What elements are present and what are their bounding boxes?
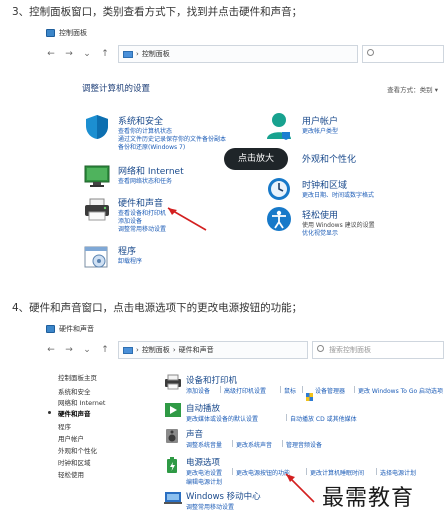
link-uninstall-program[interactable]: 卸载程序 — [118, 256, 142, 265]
link-separator — [302, 386, 303, 393]
link-separator — [280, 386, 281, 393]
sidebar-item-ease-of-access[interactable]: 轻松使用 — [58, 469, 84, 479]
sidebar-item-hardware-sound[interactable]: 硬件和声音 — [58, 408, 91, 418]
link-edit-power-plan[interactable]: 编辑电源计划 — [186, 477, 222, 486]
control-panel-window: 控制面板 ← → ⌄ ↑ › 控制面板 调整计算机的设置 查看方式：类别 ▾ 系… — [40, 24, 444, 286]
up-arrow-icon[interactable]: ↑ — [98, 47, 112, 61]
link-separator — [220, 386, 221, 393]
link-change-system-sounds[interactable]: 更改系统声音 — [236, 440, 272, 449]
forward-arrow-icon[interactable]: → — [62, 47, 76, 61]
link-windows-to-go[interactable]: 更改 Windows To Go 启动选项 — [358, 386, 443, 395]
step-4-caption: 4、硬件和声音窗口，点击电源选项下的更改电源按钮的功能； — [12, 302, 303, 314]
section-mobility-center[interactable]: Windows 移动中心 — [186, 490, 261, 502]
watermark-text: 最需教育 — [322, 486, 415, 511]
ease-of-access-icon[interactable] — [266, 206, 292, 236]
link-date-time-format[interactable]: 更改日期、时间或数字格式 — [302, 190, 374, 199]
link-separator — [282, 440, 283, 447]
link-separator — [232, 468, 233, 475]
autoplay-icon[interactable] — [164, 402, 182, 422]
search-icon — [367, 49, 374, 56]
link-manage-audio-devices[interactable]: 管理音频设备 — [286, 440, 322, 449]
back-arrow-icon[interactable]: ← — [44, 47, 58, 61]
forward-arrow-icon[interactable]: → — [62, 343, 76, 357]
link-separator — [354, 386, 355, 393]
address-bar[interactable]: › 控制面板 — [118, 45, 358, 63]
folder-icon — [123, 50, 133, 58]
current-page-bullet-icon — [48, 411, 51, 414]
search-input[interactable] — [362, 45, 444, 63]
link-media-default-settings[interactable]: 更改媒体或设备的默认设置 — [186, 414, 258, 423]
title-bar: 控制面板 — [40, 24, 444, 42]
programs-icon[interactable] — [84, 246, 110, 274]
sidebar-item-system-security[interactable]: 系统和安全 — [58, 386, 91, 396]
link-adjust-mobility[interactable]: 调整常用移动设置 — [186, 502, 234, 511]
address-segment-control-panel[interactable]: 控制面板 — [142, 345, 170, 355]
address-separator: › — [172, 346, 176, 354]
sidebar-item-appearance[interactable]: 外观和个性化 — [58, 445, 97, 455]
back-arrow-icon[interactable]: ← — [44, 343, 58, 357]
section-autoplay[interactable]: 自动播放 — [186, 402, 220, 414]
search-input-2[interactable]: 搜索控制面板 — [312, 341, 444, 359]
section-sound[interactable]: 声音 — [186, 428, 203, 440]
link-separator — [376, 468, 377, 475]
link-choose-power-plan[interactable]: 选择电源计划 — [380, 468, 416, 477]
window-title: 控制面板 — [59, 29, 87, 37]
battery-power-icon[interactable] — [164, 456, 182, 478]
category-appearance[interactable]: 外观和个性化 — [302, 152, 356, 165]
shield-icon[interactable] — [84, 114, 110, 144]
title-bar-2: 硬件和声音 — [40, 320, 444, 338]
speaker-icon[interactable] — [164, 428, 182, 448]
view-by-dropdown[interactable]: 查看方式：类别 ▾ — [387, 84, 438, 94]
address-separator: › — [136, 50, 139, 58]
network-monitor-icon[interactable] — [84, 164, 110, 192]
link-mobility-settings[interactable]: 调整常用移动设置 — [118, 224, 166, 233]
printer-icon[interactable] — [84, 198, 110, 226]
up-arrow-icon[interactable]: ↑ — [98, 343, 112, 357]
address-bar-2[interactable]: › 控制面板 › 硬件和声音 — [118, 341, 308, 359]
window-title-2: 硬件和声音 — [59, 325, 94, 333]
link-mouse[interactable]: 鼠标 — [284, 386, 296, 395]
section-devices-printers[interactable]: 设备和打印机 — [186, 374, 237, 386]
link-separator — [286, 414, 287, 421]
recent-dropdown-icon[interactable]: ⌄ — [80, 343, 94, 357]
link-network-status[interactable]: 查看网络状态和任务 — [118, 176, 172, 185]
link-add-device[interactable]: 添加设备 — [186, 386, 210, 395]
link-optimize-display[interactable]: 优化视觉显示 — [302, 228, 338, 237]
search-icon — [317, 345, 324, 352]
red-arrow-annotation — [285, 473, 315, 503]
devices-printers-icon[interactable] — [164, 374, 182, 394]
link-adjust-volume[interactable]: 调整系统音量 — [186, 440, 222, 449]
search-placeholder: 搜索控制面板 — [329, 346, 371, 354]
link-autoplay-cd[interactable]: 自动播放 CD 或其他媒体 — [290, 414, 357, 423]
mobility-center-icon[interactable] — [164, 490, 182, 510]
control-panel-icon — [46, 29, 55, 37]
link-device-manager[interactable]: 设备管理器 — [315, 386, 345, 395]
folder-icon — [123, 346, 133, 354]
sidebar-item-network[interactable]: 网络和 Internet — [58, 397, 105, 407]
red-arrow-annotation — [167, 207, 207, 231]
address-segment-hardware-sound[interactable]: 硬件和声音 — [179, 345, 214, 355]
zoom-tooltip[interactable]: 点击放大 — [224, 148, 288, 170]
sidebar-item-programs[interactable]: 程序 — [58, 421, 71, 431]
link-separator — [232, 440, 233, 447]
admin-shield-icon — [306, 386, 313, 405]
section-power-options[interactable]: 电源选项 — [186, 456, 220, 468]
link-change-account-type[interactable]: 更改帐户类型 — [302, 126, 338, 135]
sidebar-item-user-accounts[interactable]: 用户帐户 — [58, 433, 84, 443]
page-title: 调整计算机的设置 — [82, 84, 151, 94]
hardware-sound-app-icon — [46, 325, 55, 333]
link-advanced-printer-settings[interactable]: 高级打印机设置 — [224, 386, 266, 395]
link-backup-restore[interactable]: 备份和还原(Windows 7) — [118, 142, 185, 151]
sidebar-item-clock-region[interactable]: 时钟和区域 — [58, 457, 91, 467]
user-account-icon[interactable] — [266, 112, 292, 144]
recent-dropdown-icon[interactable]: ⌄ — [80, 47, 94, 61]
link-battery-settings[interactable]: 更改电池设置 — [186, 468, 222, 477]
address-segment[interactable]: 控制面板 — [142, 49, 170, 59]
sidebar-control-panel-home[interactable]: 控制面板主页 — [58, 372, 97, 382]
clock-globe-icon[interactable] — [266, 176, 292, 206]
step-3-caption: 3、控制面板窗口，类别查看方式下，找到并点击硬件和声音； — [12, 6, 303, 18]
address-separator: › — [136, 346, 139, 354]
